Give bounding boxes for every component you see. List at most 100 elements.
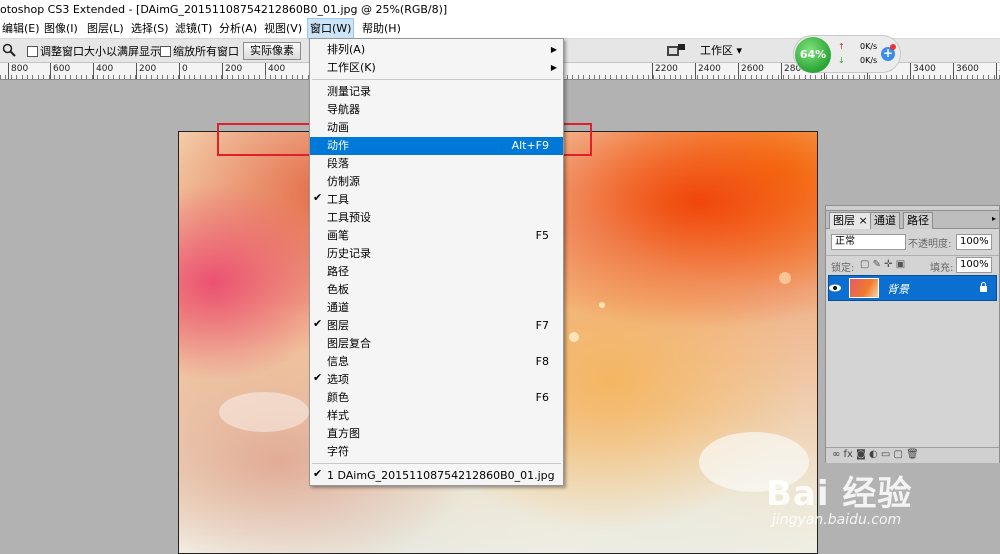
window-menu-item[interactable]: 图层复合 [310, 335, 563, 353]
blend-mode-select[interactable]: 正常 [831, 234, 906, 250]
ruler-minor-tick [940, 75, 941, 79]
ruler-minor-tick [610, 75, 611, 79]
window-title: otoshop CS3 Extended - [DAimG_2015110875… [0, 0, 1000, 19]
ruler-minor-tick [227, 75, 228, 79]
opacity-field[interactable]: 100% [956, 234, 992, 250]
menu-item-label: 段落 [327, 157, 349, 170]
ruler-label: 0 [182, 64, 188, 74]
actual-pixels-button[interactable]: 实际像素 [243, 42, 301, 60]
ruler-minor-tick [32, 75, 33, 79]
ruler-minor-tick [837, 75, 838, 79]
menu-item-label: 1 DAimG_20151108754212860B0_01.jpg [327, 469, 555, 482]
layer-toolbar-icons[interactable]: ∞ fx ◙ ◐ ▭ ▢ 🗑 [832, 449, 919, 460]
checkbox-box[interactable] [27, 45, 38, 57]
window-menu-item[interactable]: 直方图 [310, 425, 563, 443]
ruler-minor-tick [675, 75, 676, 79]
menu-edit[interactable]: 编辑(E) [0, 19, 42, 38]
ruler-minor-tick [707, 75, 708, 79]
ruler-minor-tick [275, 75, 276, 79]
menu-image[interactable]: 图像(I) [42, 19, 80, 38]
menu-layer[interactable]: 图层(L) [85, 19, 126, 38]
ruler-minor-tick [767, 75, 768, 79]
ruler-minor-tick [994, 75, 995, 79]
ruler-minor-tick [130, 75, 131, 79]
ruler-label: 2600 [741, 64, 764, 74]
window-menu-item[interactable]: ✔ 1 DAimG_20151108754212860B0_01.jpg [310, 467, 563, 485]
tab-paths[interactable]: 路径 [903, 212, 933, 229]
ruler-minor-tick [146, 75, 147, 79]
window-menu-item[interactable]: 样式 [310, 407, 563, 425]
menu-filter[interactable]: 滤镜(T) [173, 19, 214, 38]
ruler-minor-tick [945, 75, 946, 79]
network-speed-widget[interactable]: 64% ↑ 0K/s ↓ 0K/s + [793, 35, 901, 73]
ruler-minor-tick [832, 75, 833, 79]
ruler-minor-tick [140, 75, 141, 79]
menu-item-label: 图层复合 [327, 337, 371, 350]
window-menu-item[interactable]: 字符 [310, 443, 563, 461]
menu-analysis[interactable]: 分析(A) [217, 19, 259, 38]
checkbox-box[interactable] [160, 45, 171, 57]
menu-item-label: 图层 [327, 319, 349, 332]
zoom-tool-icon[interactable] [2, 43, 16, 57]
resize-windows-checkbox[interactable]: 调整窗口大小以满屏显示 [27, 44, 161, 58]
opacity-label: 不透明度: [908, 239, 952, 250]
zoom-all-checkbox[interactable]: 缩放所有窗口 [160, 44, 239, 58]
ruler-minor-tick [686, 75, 687, 79]
submenu-arrow-icon: ▶ [550, 63, 557, 72]
fill-label: 填充: [930, 263, 954, 274]
tab-layers[interactable]: 图层 × [829, 212, 872, 229]
ruler-minor-tick [599, 75, 600, 79]
window-menu-item[interactable]: 颜色 F6 [310, 389, 563, 407]
menu-select[interactable]: 选择(S) [129, 19, 171, 38]
menu-item-label: 通道 [327, 301, 349, 314]
menu-view[interactable]: 视图(V) [262, 19, 304, 38]
ruler-major-tick [50, 63, 51, 79]
window-menu-item[interactable]: 信息 F8 [310, 353, 563, 371]
window-menu-item[interactable]: 动画 [310, 119, 563, 137]
window-menu-item[interactable]: ✔ 工具 [310, 191, 563, 209]
window-menu-item[interactable]: 导航器 [310, 101, 563, 119]
menu-window[interactable]: 窗口(W) [306, 18, 355, 39]
lock-icons[interactable]: ▢ ✎ ✛ ▣ [860, 259, 905, 270]
window-menu-item[interactable]: ✔ 图层 F7 [310, 317, 563, 335]
window-menu-item[interactable]: 通道 [310, 299, 563, 317]
menu-item-label: 动作 [327, 139, 349, 152]
window-menu-item[interactable]: 历史记录 [310, 245, 563, 263]
window-menu-item[interactable]: 色板 [310, 281, 563, 299]
visibility-eye-icon[interactable] [827, 281, 843, 295]
ruler-minor-tick [745, 75, 746, 79]
blend-row: 正常 不透明度: 100% [826, 231, 999, 255]
fill-field[interactable]: 100% [956, 257, 992, 273]
ruler-minor-tick [157, 75, 158, 79]
menu-help[interactable]: 帮助(H) [360, 19, 403, 38]
window-menu-item[interactable]: 仿制源 [310, 173, 563, 191]
layers-panel: 图层 × 通道 路径 ▸ 正常 不透明度: 100% 锁定: ▢ ✎ ✛ ▣ 填… [825, 210, 1000, 463]
window-menu-item[interactable]: 排列(A) ▶ [310, 41, 563, 59]
ruler-minor-tick [648, 75, 649, 79]
ruler-minor-tick [886, 75, 887, 79]
tab-channels[interactable]: 通道 [870, 212, 900, 229]
menu-item-label: 选项 [327, 373, 349, 386]
ruler-minor-tick [972, 75, 973, 79]
panel-menu-icon[interactable]: ▸ [992, 214, 996, 223]
ruler-minor-tick [205, 75, 206, 79]
workspace-menu-button[interactable]: 工作区 ▾ [700, 42, 742, 58]
download-arrow-icon: ↓ [838, 56, 845, 65]
window-menu-item[interactable]: 工作区(K) ▶ [310, 59, 563, 77]
menu-item-label: 画笔 [327, 229, 349, 242]
window-menu-item[interactable]: 测量记录 [310, 83, 563, 101]
window-menu-item[interactable]: 段落 [310, 155, 563, 173]
ruler-minor-tick [977, 75, 978, 79]
menu-item-label: 信息 [327, 355, 349, 368]
ruler-minor-tick [799, 75, 800, 79]
window-menu-item[interactable]: ✔ 选项 [310, 371, 563, 389]
ruler-major-tick [8, 63, 9, 79]
ruler-minor-tick [76, 75, 77, 79]
window-menu-item[interactable]: 路径 [310, 263, 563, 281]
window-menu-item[interactable]: 动作 Alt+F9 [310, 137, 563, 155]
ruler-minor-tick [643, 75, 644, 79]
layer-row-background[interactable]: 背景 [828, 275, 997, 301]
view-extras-icon[interactable] [666, 42, 686, 59]
window-menu-item[interactable]: 画笔 F5 [310, 227, 563, 245]
window-menu-item[interactable]: 工具预设 [310, 209, 563, 227]
